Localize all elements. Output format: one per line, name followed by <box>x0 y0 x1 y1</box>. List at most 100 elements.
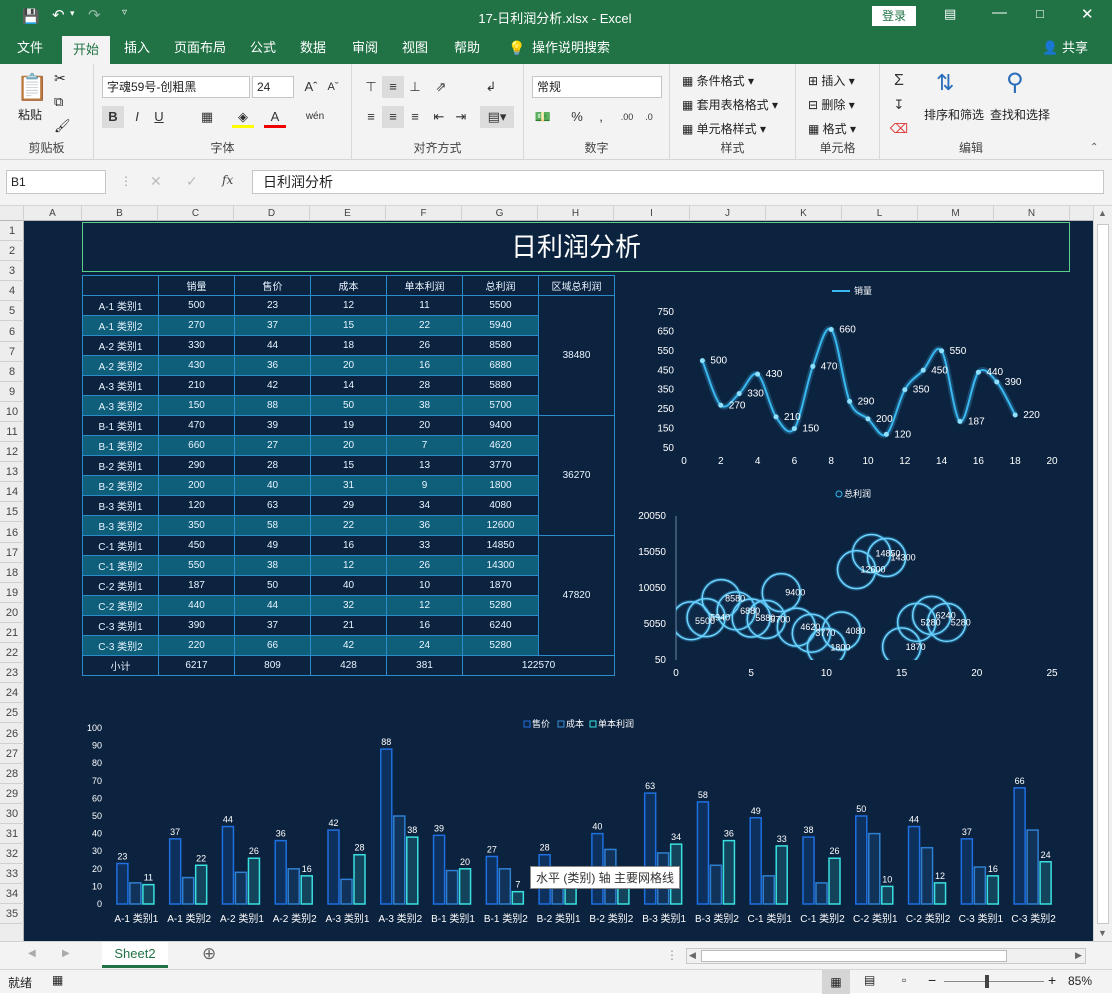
font-name-select[interactable]: 字魂59号-创粗黑 <box>102 76 250 98</box>
next-sheet-icon[interactable]: ▶ <box>62 948 70 959</box>
page-break-view-icon[interactable]: ▫ <box>902 973 906 987</box>
profit-scatter-chart[interactable]: 总利润2005015050100505050500 5 10 15 20 25550059… <box>632 484 1072 684</box>
vertical-scrollbar[interactable]: ▲ ▼ <box>1093 206 1112 941</box>
sheet-tab-sheet2[interactable]: Sheet2 <box>102 942 168 968</box>
table-cell[interactable]: 4620 <box>462 435 539 456</box>
table-cell[interactable]: 428 <box>310 655 387 676</box>
percent-icon[interactable]: % <box>566 106 588 128</box>
delete-cells-button[interactable]: ⊟ 删除 ▾ <box>808 96 855 113</box>
table-cell[interactable]: 16 <box>310 535 387 556</box>
price-cost-bar-chart[interactable]: 售价 成本 单本利润10090807060504030201002311A-1 类别… <box>82 714 1072 938</box>
table-cell[interactable]: 440 <box>158 595 235 616</box>
table-cell[interactable]: B-3 类别2 <box>82 515 159 536</box>
table-cell[interactable]: 13 <box>386 455 463 476</box>
table-cell[interactable]: 3770 <box>462 455 539 476</box>
table-cell[interactable]: 10 <box>386 575 463 596</box>
tab-data[interactable]: 数据 <box>292 32 334 64</box>
table-cell[interactable]: 成本 <box>310 275 387 296</box>
decrease-decimal-icon[interactable]: .0 <box>638 106 660 128</box>
share-button[interactable]: 共享 <box>1060 32 1090 64</box>
table-cell[interactable]: 29 <box>310 495 387 516</box>
table-cell[interactable]: C-2 类别2 <box>82 595 159 616</box>
cancel-formula-icon[interactable]: ✕ <box>150 173 162 190</box>
table-cell[interactable]: A-2 类别2 <box>82 355 159 376</box>
sales-line-chart[interactable]: 销量750650550450350250150500 2 4 6 8 10 12 14 16 18… <box>632 282 1072 474</box>
table-cell[interactable]: 500 <box>158 295 235 316</box>
zoom-in-icon[interactable]: + <box>1048 972 1056 988</box>
table-cell[interactable]: C-3 类别2 <box>82 635 159 656</box>
table-cell[interactable]: 15 <box>310 315 387 336</box>
ribbon-display-icon[interactable]: ▤ <box>944 6 956 22</box>
insert-function-icon[interactable]: fx <box>222 173 233 187</box>
table-cell[interactable]: 390 <box>158 615 235 636</box>
italic-icon[interactable]: I <box>126 106 148 128</box>
table-cell[interactable]: 4080 <box>462 495 539 516</box>
table-cell[interactable]: A-3 类别1 <box>82 375 159 396</box>
table-cell[interactable]: B-2 类别1 <box>82 455 159 476</box>
table-cell[interactable]: 6240 <box>462 615 539 636</box>
horizontal-scrollbar[interactable]: ◀ ▶ <box>686 948 1086 964</box>
add-sheet-icon[interactable]: ⊕ <box>202 944 216 964</box>
table-cell[interactable]: A-1 类别2 <box>82 315 159 336</box>
table-cell[interactable]: 销量 <box>158 275 235 296</box>
table-cell[interactable]: B-2 类别2 <box>82 475 159 496</box>
customize-toolbar-icon[interactable]: ▿ <box>122 7 127 18</box>
table-cell[interactable]: 23 <box>234 295 311 316</box>
decrease-indent-icon[interactable]: ⇤ <box>428 106 450 128</box>
align-right-icon[interactable]: ≡ <box>404 106 426 128</box>
table-cell[interactable]: 20 <box>310 355 387 376</box>
bold-icon[interactable]: B <box>102 106 124 128</box>
align-left-icon[interactable]: ≡ <box>360 106 382 128</box>
share-icon[interactable]: 👤 <box>1042 40 1058 56</box>
table-cell[interactable]: 15 <box>310 455 387 476</box>
formula-input[interactable]: 日利润分析 <box>252 170 1104 194</box>
autosum-icon[interactable]: Σ <box>888 70 910 92</box>
paste-button[interactable]: 粘贴 <box>18 106 42 123</box>
format-as-table-button[interactable]: ▦ 套用表格格式 ▾ <box>682 96 778 113</box>
tab-help[interactable]: 帮助 <box>446 32 488 64</box>
table-cell[interactable]: 200 <box>158 475 235 496</box>
table-cell[interactable]: 9 <box>386 475 463 496</box>
align-bottom-icon[interactable]: ⊥ <box>404 76 426 98</box>
table-cell[interactable]: 39 <box>234 415 311 436</box>
page-layout-view-icon[interactable]: ▤ <box>864 973 875 987</box>
tab-view[interactable]: 视图 <box>394 32 436 64</box>
format-cells-button[interactable]: ▦ 格式 ▾ <box>808 120 856 137</box>
table-cell[interactable]: 220 <box>158 635 235 656</box>
table-cell[interactable]: A-2 类别1 <box>82 335 159 356</box>
zoom-out-icon[interactable]: − <box>928 972 936 988</box>
table-cell[interactable]: 37 <box>234 315 311 336</box>
phonetic-icon[interactable]: wén <box>304 106 326 128</box>
scroll-left-icon[interactable]: ◀ <box>689 950 696 961</box>
table-cell[interactable]: 47820 <box>538 535 615 656</box>
table-cell[interactable]: 18 <box>310 335 387 356</box>
align-center-icon[interactable]: ≡ <box>382 106 404 128</box>
cell-styles-button[interactable]: ▦ 单元格样式 ▾ <box>682 120 766 137</box>
table-cell[interactable]: 470 <box>158 415 235 436</box>
table-cell[interactable]: 9400 <box>462 415 539 436</box>
table-cell[interactable]: 12600 <box>462 515 539 536</box>
table-cell[interactable]: 1800 <box>462 475 539 496</box>
tab-file[interactable]: 文件 <box>8 32 52 64</box>
normal-view-icon[interactable]: ▦ <box>822 970 850 994</box>
minimize-icon[interactable]: — <box>992 4 1007 21</box>
paste-icon[interactable]: 📋 <box>16 72 48 103</box>
orientation-icon[interactable]: ⇗ <box>430 76 452 98</box>
table-cell[interactable]: 31 <box>310 475 387 496</box>
cut-icon[interactable]: ✂ <box>54 70 66 87</box>
table-cell[interactable]: 21 <box>310 615 387 636</box>
macro-record-icon[interactable]: ▦ <box>52 973 63 987</box>
accounting-icon[interactable]: 💵 <box>532 106 554 128</box>
table-cell[interactable]: 38 <box>386 395 463 416</box>
table-cell[interactable]: 187 <box>158 575 235 596</box>
table-cell[interactable]: 26 <box>386 555 463 576</box>
undo-dropdown-icon[interactable]: ▾ <box>70 8 75 19</box>
table-cell[interactable]: 5280 <box>462 635 539 656</box>
sort-filter-button[interactable]: 排序和筛选 <box>924 106 984 123</box>
close-icon[interactable]: ✕ <box>1081 5 1094 23</box>
collapse-ribbon-icon[interactable]: ⌃ <box>1090 142 1098 153</box>
table-cell[interactable]: 14 <box>310 375 387 396</box>
decrease-font-icon[interactable]: Aˇ <box>322 76 344 98</box>
table-cell[interactable]: 49 <box>234 535 311 556</box>
tab-home[interactable]: 开始 <box>62 36 110 64</box>
